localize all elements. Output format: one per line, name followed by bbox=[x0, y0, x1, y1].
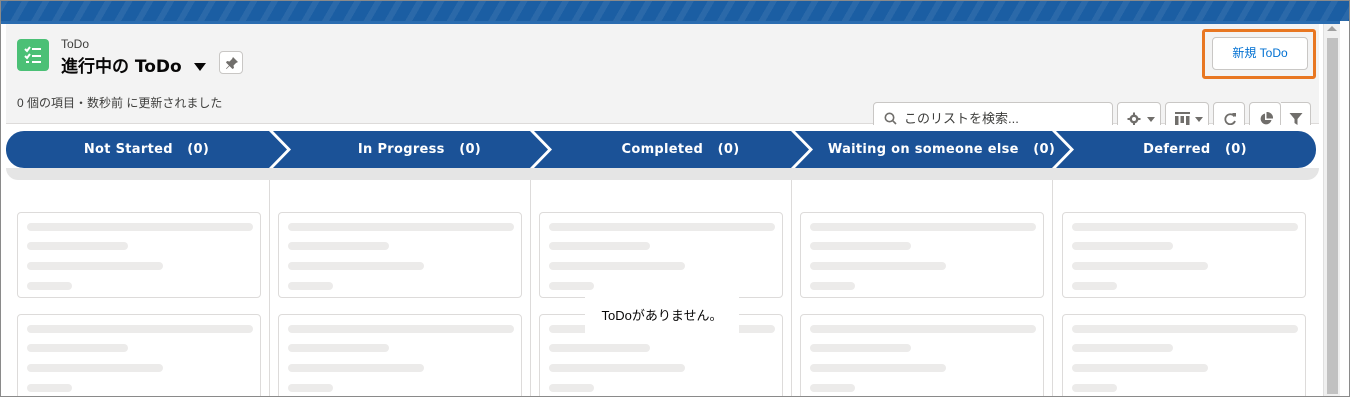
skeleton-line bbox=[288, 262, 424, 270]
skeleton-line bbox=[27, 262, 163, 270]
empty-state-message: ToDoがありません。 bbox=[585, 296, 739, 338]
skeleton-line bbox=[288, 242, 389, 250]
skeleton-line bbox=[1072, 242, 1173, 250]
skeleton-line bbox=[288, 282, 333, 290]
skeleton-line bbox=[549, 364, 685, 372]
placeholder-card bbox=[800, 314, 1044, 396]
skeleton-line bbox=[1072, 325, 1298, 333]
skeleton-line bbox=[810, 282, 855, 290]
skeleton-line bbox=[1072, 262, 1208, 270]
scroll-up-arrow-icon[interactable] bbox=[1327, 26, 1337, 31]
column-divider bbox=[791, 180, 792, 396]
skeleton-line bbox=[1072, 364, 1208, 372]
stage-completed[interactable]: Completed (0) bbox=[552, 131, 809, 168]
stage-name: Not Started bbox=[83, 142, 173, 157]
skeleton-line bbox=[27, 282, 72, 290]
column-divider bbox=[1052, 180, 1053, 396]
app-frame: ToDo 進行中の ToDo 0 個の項目・数秒前 に更新されました このリスト… bbox=[0, 0, 1350, 397]
column-divider bbox=[269, 180, 270, 396]
search-icon bbox=[884, 112, 897, 125]
stage-count: (0) bbox=[187, 142, 210, 157]
chevron-down-icon bbox=[1195, 117, 1203, 122]
object-type-label: ToDo bbox=[61, 37, 90, 51]
stage-in-progress[interactable]: In Progress (0) bbox=[291, 131, 548, 168]
stage-name: Deferred bbox=[1143, 142, 1211, 157]
vertical-scrollbar[interactable] bbox=[1323, 24, 1340, 396]
skeleton-line bbox=[810, 325, 1036, 333]
refresh-icon bbox=[1224, 113, 1236, 126]
window-edge bbox=[1340, 21, 1349, 396]
skeleton-line bbox=[27, 242, 128, 250]
skeleton-line bbox=[288, 344, 389, 352]
stage-deferred[interactable]: Deferred (0) bbox=[1074, 131, 1316, 168]
stage-name: In Progress bbox=[357, 142, 445, 157]
skeleton-line bbox=[1072, 344, 1173, 352]
pin-list-button[interactable] bbox=[219, 51, 243, 74]
list-view-title[interactable]: 進行中の ToDo bbox=[61, 52, 182, 77]
path-shadow bbox=[6, 168, 1319, 180]
list-view-header: ToDo 進行中の ToDo 0 個の項目・数秒前 に更新されました bbox=[6, 24, 1319, 134]
scroll-thumb[interactable] bbox=[1327, 38, 1338, 394]
chart-icon bbox=[1260, 112, 1273, 125]
skeleton-line bbox=[549, 384, 594, 392]
global-header-bar bbox=[1, 1, 1349, 21]
stage-name: Waiting on someone else bbox=[827, 142, 1019, 157]
skeleton-line bbox=[810, 262, 946, 270]
skeleton-line bbox=[27, 344, 128, 352]
skeleton-line bbox=[27, 364, 163, 372]
column-divider bbox=[530, 180, 531, 396]
stage-count: (0) bbox=[459, 142, 482, 157]
skeleton-line bbox=[1072, 282, 1117, 290]
placeholder-card bbox=[539, 212, 783, 298]
stage-name: Completed bbox=[621, 142, 704, 157]
stage-waiting[interactable]: Waiting on someone else (0) bbox=[813, 131, 1070, 168]
new-todo-button[interactable]: 新規 ToDo bbox=[1212, 37, 1308, 70]
list-view-picker-icon[interactable] bbox=[193, 58, 207, 71]
skeleton-line bbox=[27, 223, 253, 231]
placeholder-card bbox=[278, 314, 522, 396]
skeleton-line bbox=[288, 223, 514, 231]
placeholder-card bbox=[17, 314, 261, 396]
skeleton-line bbox=[288, 364, 424, 372]
placeholder-card bbox=[278, 212, 522, 298]
skeleton-line bbox=[810, 364, 946, 372]
kanban-view-icon bbox=[1175, 112, 1190, 126]
skeleton-line bbox=[810, 344, 911, 352]
skeleton-line bbox=[810, 384, 855, 392]
skeleton-line bbox=[288, 325, 514, 333]
gear-icon bbox=[1127, 112, 1141, 126]
skeleton-line bbox=[27, 325, 253, 333]
filter-icon bbox=[1289, 113, 1303, 125]
skeleton-line bbox=[27, 384, 72, 392]
placeholder-card bbox=[17, 212, 261, 298]
chevron-down-icon bbox=[1147, 117, 1155, 122]
todo-object-icon bbox=[17, 39, 49, 71]
skeleton-line bbox=[549, 282, 594, 290]
skeleton-line bbox=[1072, 384, 1117, 392]
placeholder-card bbox=[800, 212, 1044, 298]
list-status-text: 0 個の項目・数秒前 に更新されました bbox=[17, 96, 223, 110]
placeholder-card bbox=[1062, 212, 1306, 298]
skeleton-line bbox=[288, 384, 333, 392]
stage-count: (0) bbox=[1033, 142, 1056, 157]
pin-icon bbox=[226, 57, 238, 69]
skeleton-line bbox=[810, 223, 1036, 231]
placeholder-card bbox=[1062, 314, 1306, 396]
skeleton-line bbox=[549, 262, 685, 270]
stage-not-started[interactable]: Not Started (0) bbox=[6, 131, 287, 168]
skeleton-line bbox=[549, 344, 650, 352]
stage-count: (0) bbox=[717, 142, 740, 157]
stage-count: (0) bbox=[1225, 142, 1247, 157]
skeleton-line bbox=[549, 223, 775, 231]
skeleton-line bbox=[1072, 223, 1298, 231]
skeleton-line bbox=[549, 242, 650, 250]
skeleton-line bbox=[810, 242, 911, 250]
stage-path: Not Started (0) In Progress (0) Complete… bbox=[6, 131, 1319, 169]
